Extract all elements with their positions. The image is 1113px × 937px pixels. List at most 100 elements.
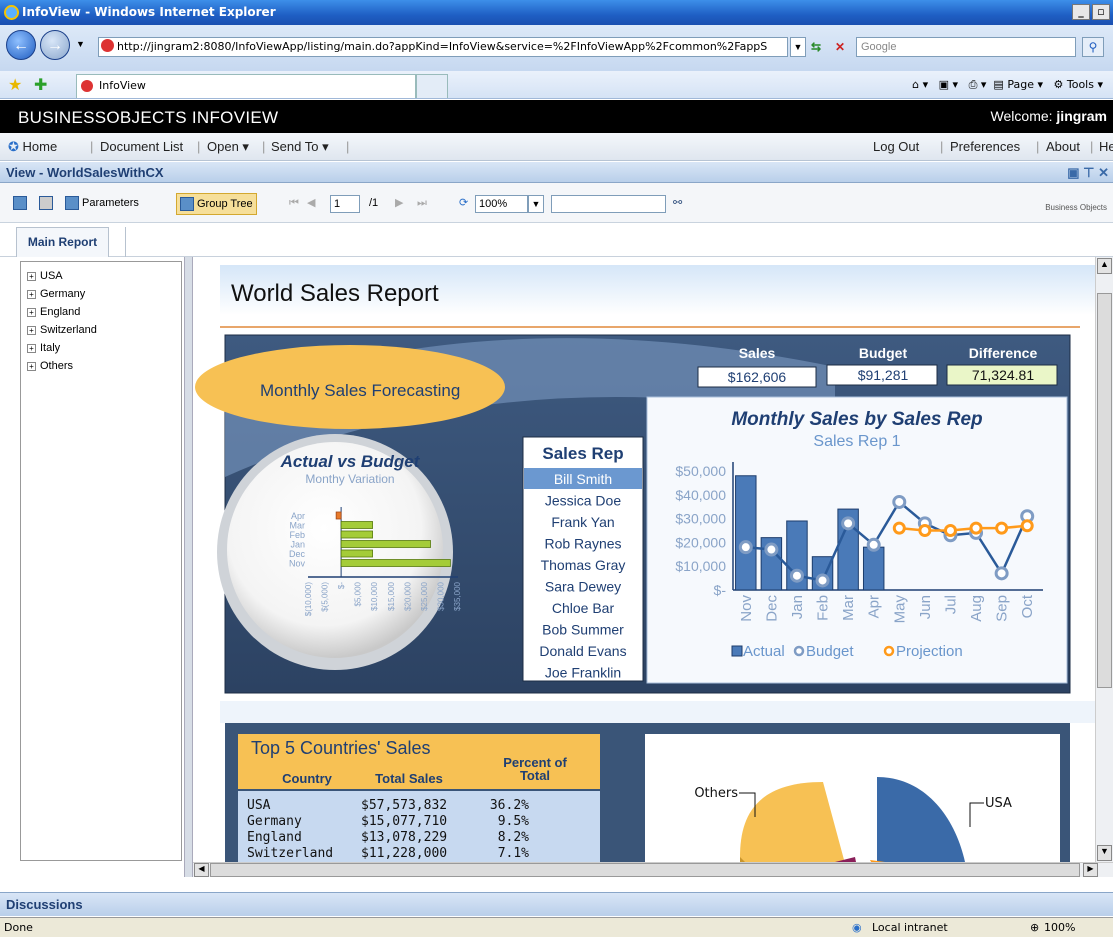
menu-send-to[interactable]: Send To ▾	[271, 133, 329, 161]
legend-budget-swatch	[793, 645, 805, 657]
last-page-icon[interactable]: ⏭	[414, 193, 430, 215]
next-page-icon[interactable]: ▶	[392, 193, 406, 215]
app-menubar: ✪ Home | Document List | Open ▾ | Send T…	[0, 133, 1113, 161]
maximize-button[interactable]: ▫	[1092, 4, 1110, 20]
menu-home[interactable]: ✪ Home	[8, 133, 57, 161]
url-dropdown-icon[interactable]: ▼	[790, 37, 806, 57]
scroll-down-icon[interactable]: ▼	[1097, 845, 1112, 861]
salesrep-item[interactable]: Bob Summer	[542, 622, 624, 638]
top5-col-pct-line: Total	[520, 768, 550, 783]
group-tree-button[interactable]: Group Tree	[176, 193, 257, 215]
salesrep-item[interactable]: Frank Yan	[551, 514, 614, 530]
expand-icon[interactable]: +	[27, 289, 36, 299]
horizontal-scroll-thumb[interactable]	[210, 863, 1080, 877]
avb-x-tick-label: $-	[337, 582, 346, 589]
status-zoom-icon: ⊕	[1030, 921, 1040, 934]
expand-icon[interactable]: +	[27, 361, 36, 371]
salesrep-item[interactable]: Sara Dewey	[545, 579, 621, 595]
ms-y-tick-label: $40,000	[675, 487, 726, 503]
vertical-scrollbar[interactable]: ▲ ▼	[1095, 257, 1113, 877]
menu-document-list[interactable]: Document List	[100, 133, 183, 161]
monthly-chart-subtitle: Sales Rep 1	[813, 433, 900, 450]
first-page-icon[interactable]: ⏮	[286, 193, 302, 215]
status-zoom[interactable]: 100%	[1044, 918, 1075, 937]
search-text-input[interactable]	[551, 195, 666, 213]
history-dropdown-icon[interactable]: ▼	[76, 39, 85, 49]
refresh-icon[interactable]: ⇆	[806, 37, 826, 57]
prev-page-icon[interactable]: ◀	[304, 193, 318, 215]
menu-preferences[interactable]: Preferences	[950, 133, 1020, 161]
favorites-star-icon[interactable]: ★	[8, 75, 22, 95]
tools-menu[interactable]: Tools	[1067, 78, 1094, 91]
view-window-controls[interactable]: ▣ ⊤ ✕	[1067, 162, 1109, 183]
salesrep-item[interactable]: Bill Smith	[554, 471, 612, 487]
top5-cell-country: Switzerland	[247, 846, 333, 861]
top5-cell-pct: 36.2%	[490, 798, 529, 813]
search-icon[interactable]: ⚲	[1082, 37, 1104, 57]
top5-cell-total: $11,228,000	[361, 846, 447, 861]
tree-item-england[interactable]: + England	[27, 303, 80, 321]
minimize-button[interactable]: _	[1072, 4, 1090, 20]
ie-icon	[4, 5, 19, 20]
stop-icon[interactable]: ✕	[830, 37, 850, 57]
tree-item-others[interactable]: + Others	[27, 357, 73, 375]
discussions-bar[interactable]: Discussions	[0, 892, 1113, 916]
refresh-report-icon[interactable]: ⟳	[456, 193, 471, 215]
page-menu[interactable]: Page	[1007, 78, 1034, 91]
home-icon[interactable]: ⌂ ▾	[912, 78, 928, 91]
print-report-icon[interactable]	[36, 193, 59, 215]
avb-category-label: Jan	[290, 540, 305, 550]
tree-item-usa[interactable]: + USA	[27, 267, 63, 285]
scroll-right-icon[interactable]: ▶	[1083, 863, 1098, 877]
address-input[interactable]: http://jingram2:8080/InfoViewApp/listing…	[98, 37, 788, 57]
expand-icon[interactable]: +	[27, 307, 36, 317]
pie-label-usa: USA	[985, 796, 1012, 811]
panel-splitter[interactable]	[184, 257, 193, 877]
zoom-dropdown-icon[interactable]: ▼	[528, 195, 544, 213]
menu-about[interactable]: About	[1046, 133, 1080, 161]
expand-icon[interactable]: +	[27, 343, 36, 353]
menu-open[interactable]: Open ▾	[207, 133, 249, 161]
search-input[interactable]: Google	[856, 37, 1076, 57]
horizontal-scrollbar[interactable]: ◀ ▶	[193, 862, 1113, 877]
page-number-input[interactable]: 1	[330, 195, 360, 213]
top5-cell-pct: 9.5%	[498, 814, 529, 829]
parameters-button[interactable]: Parameters	[62, 193, 142, 215]
print-icon[interactable]: ⎙ ▾	[969, 78, 987, 91]
ms-actual-bar	[735, 475, 757, 591]
salesrep-item[interactable]: Jessica Doe	[545, 493, 621, 509]
salesrep-item[interactable]: Rob Raynes	[544, 536, 621, 552]
tree-item-switzerland[interactable]: + Switzerland	[27, 321, 97, 339]
menu-help[interactable]: Help	[1099, 133, 1113, 161]
salesrep-item[interactable]: Thomas Gray	[541, 557, 626, 573]
zoom-select[interactable]: 100%	[475, 195, 528, 213]
top5-cell-pct: 7.1%	[498, 846, 529, 861]
add-favorite-icon[interactable]: ✚	[34, 75, 47, 95]
back-button[interactable]: ←	[6, 30, 36, 60]
menu-log-out[interactable]: Log Out	[873, 133, 919, 161]
binoculars-icon[interactable]: ⚯	[670, 193, 685, 215]
avb-x-tick-label: $25,000	[420, 581, 429, 610]
browser-tab-infoview[interactable]: InfoView	[76, 74, 416, 98]
salesrep-item[interactable]: Chloe Bar	[552, 600, 615, 616]
tab-main-report[interactable]: Main Report	[16, 227, 109, 257]
expand-icon[interactable]: +	[27, 325, 36, 335]
parameters-icon	[65, 196, 79, 211]
menu-separator: |	[197, 139, 201, 154]
feeds-icon[interactable]: ▣ ▾	[939, 78, 958, 91]
salesrep-item[interactable]: Donald Evans	[539, 643, 626, 659]
expand-icon[interactable]: +	[27, 271, 36, 281]
vertical-scroll-thumb[interactable]	[1097, 293, 1112, 688]
scroll-up-icon[interactable]: ▲	[1097, 258, 1112, 274]
app-brand: BUSINESSOBJECTS INFOVIEW	[18, 108, 279, 127]
salesrep-item[interactable]: Joe Franklin	[545, 665, 621, 681]
new-tab-button[interactable]	[416, 74, 448, 98]
ms-x-tick-label: Sep	[994, 595, 1011, 622]
tree-item-italy[interactable]: + Italy	[27, 339, 60, 357]
export-icon[interactable]	[10, 193, 33, 215]
forward-button[interactable]: →	[40, 30, 70, 60]
scroll-left-icon[interactable]: ◀	[194, 863, 209, 877]
group-tree-icon	[180, 197, 194, 212]
tree-item-germany[interactable]: + Germany	[27, 285, 85, 303]
report-canvas: World Sales Report Monthly Sales Forecas…	[195, 257, 1095, 877]
